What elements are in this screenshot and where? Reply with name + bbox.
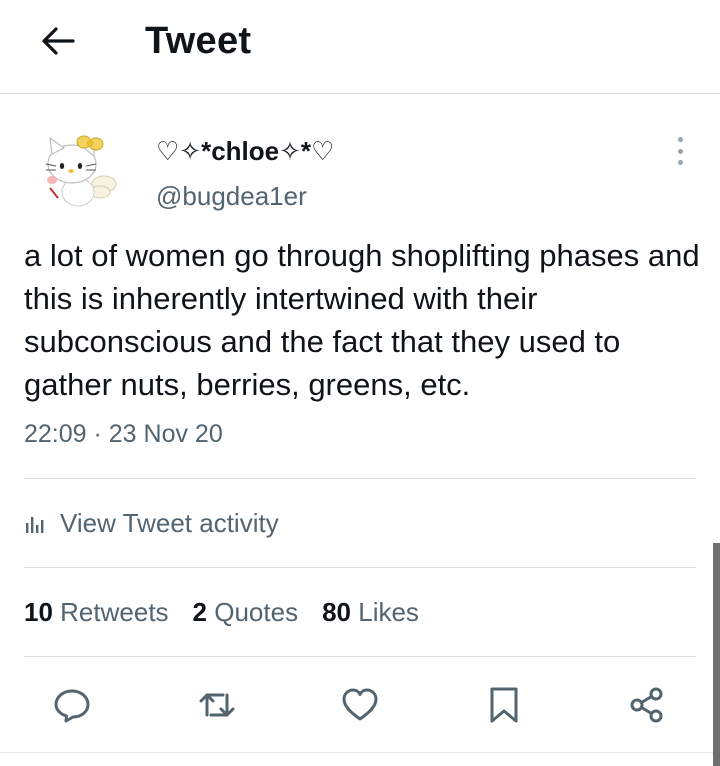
more-dot-icon [677,148,683,154]
likes-count: 80 [322,597,351,627]
quotes-stat[interactable]: 2 Quotes [193,597,299,628]
back-button[interactable] [38,24,78,58]
view-tweet-activity-link[interactable]: View Tweet activity [24,508,279,539]
hello-kitty-avatar-icon [45,135,117,207]
likes-stat[interactable]: 80 Likes [322,597,419,628]
share-icon [630,687,663,723]
divider [0,752,720,753]
view-tweet-activity-label: View Tweet activity [60,508,279,538]
retweets-stat[interactable]: 10 Retweets [24,597,169,628]
retweets-label: Retweets [60,597,169,627]
bar-chart-icon [24,513,46,535]
reply-icon [54,689,90,723]
share-button[interactable] [627,685,667,725]
retweet-button[interactable] [197,685,237,725]
reply-button[interactable] [52,685,92,725]
bookmark-icon [490,687,518,723]
arrow-left-icon [42,27,75,55]
bookmark-button[interactable] [484,685,524,725]
retweets-count: 10 [24,597,53,627]
author-display-name[interactable]: ♡✧*chloe✧*♡ [156,136,334,167]
author-handle[interactable]: @bugdea1er [156,181,307,212]
retweet-icon [199,693,235,717]
divider [24,478,696,479]
quotes-label: Quotes [214,597,299,627]
like-button[interactable] [340,685,380,725]
more-dot-icon [677,137,683,142]
like-icon [342,688,378,721]
more-dot-icon [677,160,683,165]
page-title: Tweet [145,20,252,62]
tweet-timestamp[interactable]: 22:09 · 23 Nov 20 [24,420,223,449]
scrollbar[interactable] [713,543,720,766]
top-bar: Tweet [0,0,720,94]
tweet-stats: 10 Retweets 2 Quotes 80 Likes [24,597,443,628]
avatar[interactable] [38,128,120,214]
more-options-button[interactable] [668,134,692,168]
quotes-count: 2 [192,597,208,627]
divider [24,567,696,568]
likes-label: Likes [358,597,419,627]
tweet-text: a lot of women go through shoplifting ph… [24,238,700,402]
divider [24,656,696,657]
